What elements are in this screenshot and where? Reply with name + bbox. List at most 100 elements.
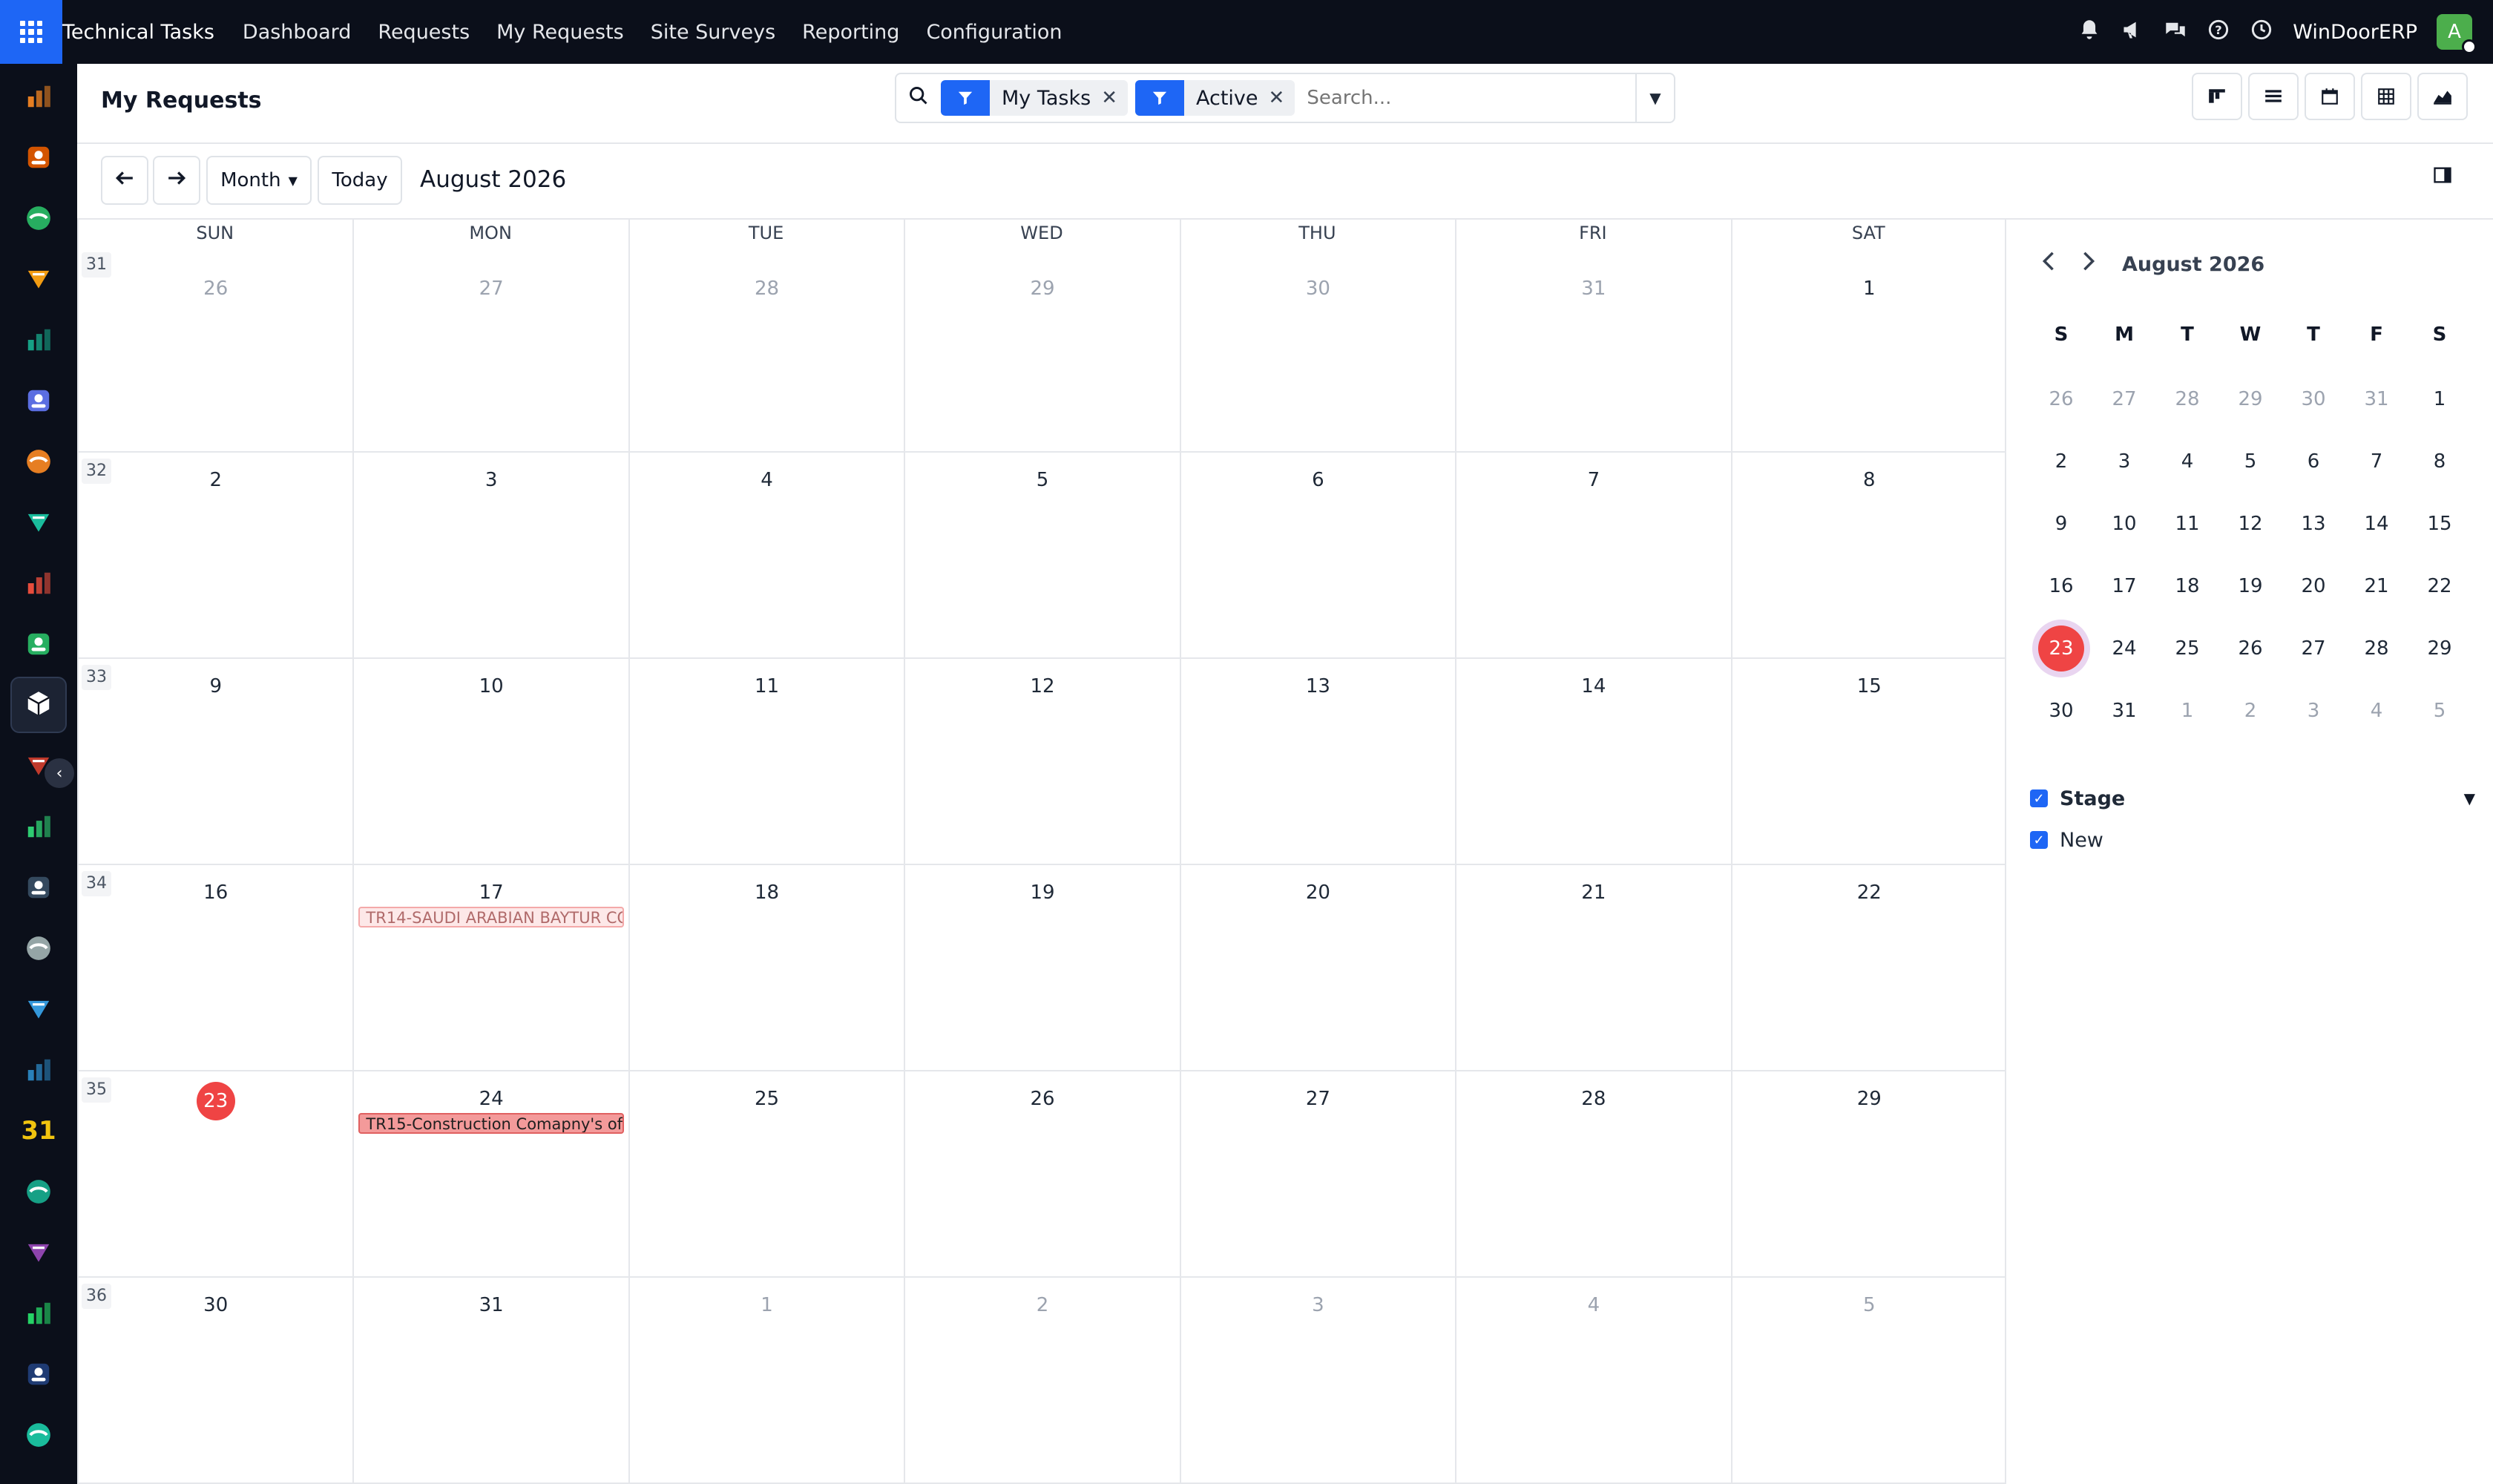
search-icon[interactable] [896, 85, 941, 111]
day-number[interactable]: 25 [630, 1088, 904, 1110]
rail-app-reports[interactable] [10, 555, 67, 611]
day-number[interactable]: 1 [630, 1294, 904, 1316]
day-cell[interactable]: 2 [904, 1278, 1180, 1484]
mini-day[interactable]: 3 [2282, 687, 2345, 735]
today-button[interactable]: Today [318, 156, 402, 205]
menu-my-requests[interactable]: My Requests [483, 21, 637, 44]
mini-day[interactable]: 29 [2408, 625, 2471, 672]
mini-day[interactable]: 16 [2030, 562, 2092, 610]
day-cell[interactable]: 18 [628, 865, 904, 1071]
calendar-event[interactable]: TR15-Construction Comapny's office [358, 1113, 624, 1134]
day-cell[interactable]: 21 [1455, 865, 1731, 1071]
day-number[interactable]: 29 [905, 278, 1179, 300]
day-number[interactable]: 31 [1456, 278, 1730, 300]
mini-day[interactable]: 26 [2219, 625, 2282, 672]
day-number[interactable]: 26 [905, 1088, 1179, 1110]
day-cell[interactable]: 20 [1179, 865, 1456, 1071]
day-number[interactable]: 11 [630, 675, 904, 697]
day-cell[interactable]: 24 TR15-Construction Comapny's office [352, 1071, 628, 1278]
rail-app-inventory[interactable] [10, 494, 67, 551]
view-list-button[interactable] [2248, 73, 2299, 120]
day-cell[interactable]: 25 [628, 1071, 904, 1278]
mini-day[interactable]: 14 [2345, 500, 2408, 548]
day-number[interactable]: 5 [1732, 1294, 2006, 1316]
close-icon[interactable]: ✕ [1101, 87, 1128, 109]
day-number[interactable]: 27 [1181, 1088, 1455, 1110]
rail-app-discuss[interactable] [10, 251, 67, 307]
day-cell[interactable]: 19 [904, 865, 1180, 1071]
search-options-toggle[interactable]: ▼ [1635, 74, 1674, 122]
day-number[interactable]: 30 [79, 1294, 352, 1316]
rail-app-technical-tasks[interactable] [10, 677, 67, 733]
day-cell[interactable]: 12 [904, 659, 1180, 865]
scale-dropdown[interactable]: Month ▼ [206, 156, 312, 205]
mini-day[interactable]: 22 [2408, 562, 2471, 610]
facet-active[interactable]: Active ✕ [1135, 80, 1295, 116]
day-number[interactable]: 3 [354, 469, 628, 491]
day-cell[interactable]: 30 36 [77, 1278, 353, 1484]
apps-menu-button[interactable] [0, 0, 62, 64]
previous-button[interactable] [101, 156, 148, 205]
day-cell[interactable]: 29 [904, 220, 1180, 453]
day-cell[interactable]: 7 [1455, 453, 1731, 659]
menu-reporting[interactable]: Reporting [789, 21, 913, 44]
day-cell[interactable]: 15 [1730, 659, 2006, 865]
mini-prev-button[interactable] [2042, 251, 2055, 278]
filter-item-new[interactable]: ✓ New [2030, 819, 2475, 861]
search-input[interactable] [1302, 87, 1635, 109]
rail-app-dashboards[interactable] [10, 1224, 67, 1281]
day-cell[interactable]: 13 [1179, 659, 1456, 865]
mini-day[interactable]: 7 [2345, 438, 2408, 485]
mini-day[interactable]: 4 [2156, 438, 2218, 485]
day-number[interactable]: 10 [354, 675, 628, 697]
day-cell[interactable]: 17 TR14-SAUDI ARABIAN BAYTUR COMPANY [352, 865, 628, 1071]
clock-icon[interactable] [2250, 19, 2273, 45]
mini-day[interactable]: 2 [2030, 438, 2092, 485]
mini-day[interactable]: 30 [2030, 687, 2092, 735]
day-number[interactable]: 30 [1181, 278, 1455, 300]
menu-site-surveys[interactable]: Site Surveys [637, 21, 789, 44]
app-title[interactable]: Technical Tasks [62, 21, 229, 44]
mini-day[interactable]: 25 [2156, 625, 2218, 672]
day-number[interactable]: 27 [354, 278, 628, 300]
help-icon[interactable]: ? [2207, 19, 2230, 45]
day-number[interactable]: 17 [354, 881, 628, 904]
day-cell[interactable]: 1 [1730, 220, 2006, 453]
mini-day[interactable]: 19 [2219, 562, 2282, 610]
mini-day[interactable]: 2 [2219, 687, 2282, 735]
day-cell[interactable]: 4 [628, 453, 904, 659]
mini-day[interactable]: 27 [2093, 375, 2155, 423]
day-number[interactable]: 4 [1456, 1294, 1730, 1316]
checkbox-checked-icon[interactable]: ✓ [2030, 789, 2048, 807]
mini-day[interactable]: 17 [2093, 562, 2155, 610]
mini-day[interactable]: 8 [2408, 438, 2471, 485]
day-cell[interactable]: 28 [1455, 1071, 1731, 1278]
view-graph-button[interactable] [2417, 73, 2468, 120]
day-cell[interactable]: 1 [628, 1278, 904, 1484]
day-number[interactable]: 2 [79, 469, 352, 491]
mini-day[interactable]: 26 [2030, 375, 2092, 423]
day-cell[interactable]: 16 34 [77, 865, 353, 1071]
view-calendar-button[interactable] [2305, 73, 2355, 120]
day-number[interactable]: 15 [1732, 675, 2006, 697]
mini-day[interactable]: 20 [2282, 562, 2345, 610]
day-cell[interactable]: 3 [1179, 1278, 1456, 1484]
mini-next-button[interactable] [2082, 251, 2095, 278]
mini-day[interactable]: 21 [2345, 562, 2408, 610]
mini-day[interactable]: 11 [2156, 500, 2218, 548]
day-number[interactable]: 9 [79, 675, 352, 697]
mini-day[interactable]: 10 [2093, 500, 2155, 548]
mini-day[interactable]: 29 [2219, 375, 2282, 423]
day-number[interactable]: 2 [905, 1294, 1179, 1316]
day-number[interactable]: 14 [1456, 675, 1730, 697]
day-number[interactable]: 12 [905, 675, 1179, 697]
mini-day[interactable]: 6 [2282, 438, 2345, 485]
day-cell[interactable]: 22 [1730, 865, 2006, 1071]
day-cell[interactable]: 4 [1455, 1278, 1731, 1484]
company-switcher[interactable]: WinDoorERP [2293, 21, 2417, 44]
rail-app-contacts[interactable] [10, 190, 67, 246]
day-number[interactable]: 5 [905, 469, 1179, 491]
mini-day[interactable]: 18 [2156, 562, 2218, 610]
day-cell[interactable]: 14 [1455, 659, 1731, 865]
rail-app-website[interactable] [10, 1407, 67, 1463]
